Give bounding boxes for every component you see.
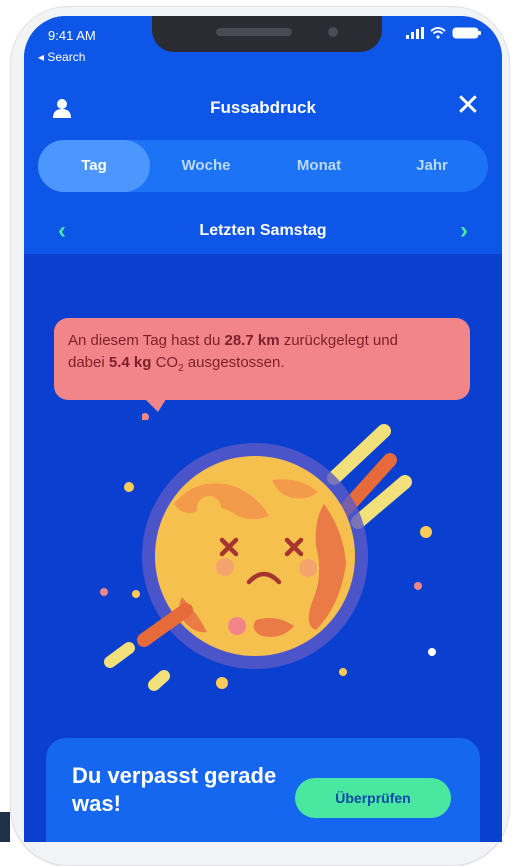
tab-year[interactable]: Jahr xyxy=(376,140,488,192)
battery-icon xyxy=(452,27,481,39)
speaker-icon xyxy=(216,28,292,36)
message-text-3: dabei xyxy=(68,354,109,371)
app-screen: 9:41 AM ◂ Search Fussabdruck ✕ Tag Woche… xyxy=(24,16,502,842)
co2-label: CO xyxy=(151,354,179,371)
message-text-1: An diesem Tag hast du xyxy=(68,332,225,349)
review-button[interactable]: Überprüfen xyxy=(295,778,451,818)
tab-month[interactable]: Monat xyxy=(262,140,376,192)
sad-planet-illustration xyxy=(100,424,436,691)
time-range-tabs: Tag Woche Monat Jahr xyxy=(38,140,488,192)
wifi-icon xyxy=(430,27,446,39)
device-notch xyxy=(152,16,382,52)
signal-icon xyxy=(406,27,424,39)
message-text-2: zurückgelegt und xyxy=(279,332,398,349)
close-button[interactable]: ✕ xyxy=(454,89,482,122)
tab-day[interactable]: Tag xyxy=(38,140,150,192)
co2-value: 5.4 kg xyxy=(108,354,152,371)
date-label: Letzten Samstag xyxy=(199,222,327,239)
back-to-search-link[interactable]: ◂ Search xyxy=(38,50,85,64)
cta-title: Du verpasst gerade was! xyxy=(72,763,277,816)
page-title: Fussabdruck xyxy=(210,98,316,117)
next-day-button[interactable]: › xyxy=(448,217,468,244)
message-text-4: ausgestossen. xyxy=(183,354,285,371)
close-icon: ✕ xyxy=(455,89,481,122)
camera-icon xyxy=(328,27,338,37)
header: 9:41 AM ◂ Search Fussabdruck ✕ Tag Woche… xyxy=(24,16,502,254)
footprint-message-bubble: An diesem Tag hast du 28.7 km zurückgele… xyxy=(54,318,470,400)
background-edge xyxy=(0,812,10,842)
date-navigation: ‹ Letzten Samstag › xyxy=(24,216,502,246)
distance-value: 28.7 km xyxy=(224,332,280,349)
cta-card: Du verpasst gerade was! Überprüfen xyxy=(46,738,480,842)
chevron-right-icon: › xyxy=(460,217,468,244)
tab-week[interactable]: Woche xyxy=(150,140,262,192)
status-icons xyxy=(406,27,482,39)
status-time: 9:41 AM xyxy=(48,28,96,43)
